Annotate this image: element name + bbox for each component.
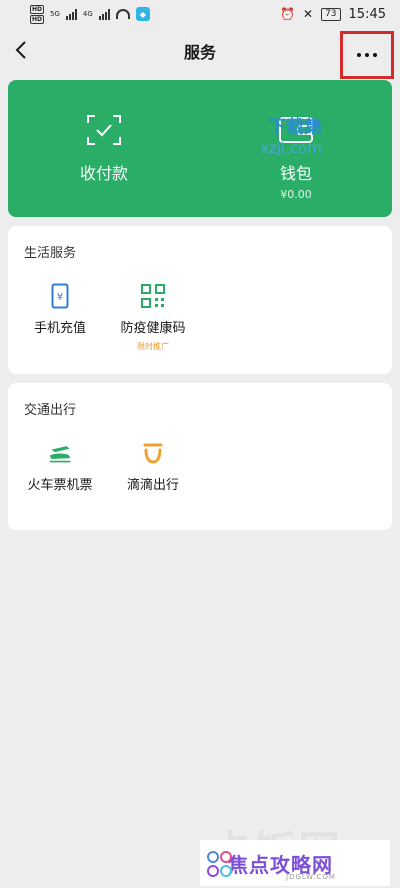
- hd-badge: HD: [30, 14, 45, 24]
- more-button[interactable]: [340, 31, 394, 79]
- back-button[interactable]: [10, 38, 32, 62]
- service-label: 手机充值: [33, 321, 86, 336]
- app-notification-icon: ◆: [135, 7, 150, 21]
- chevron-left-icon: [15, 41, 26, 59]
- hd-badges: HD HD: [30, 4, 45, 24]
- train-icon: [48, 441, 72, 465]
- section-title: 生活服务: [24, 246, 77, 261]
- receive-pay-button[interactable]: 收付款: [8, 80, 200, 217]
- service-mobile-topup[interactable]: ¥ 手机充值: [10, 283, 110, 336]
- scan-check-icon: [87, 115, 121, 145]
- promo-tag: 限时推广: [137, 342, 169, 351]
- didi-icon: [141, 441, 165, 465]
- watermark-logo-icon: [207, 851, 232, 877]
- wifi-icon: [115, 9, 130, 19]
- more-dots-icon: [357, 53, 377, 57]
- status-right: ⏰ ✕ 73 15:45: [280, 7, 386, 22]
- transport-section: 交通出行 火车票机票 滴滴出行: [8, 383, 392, 530]
- wallet-label: 钱包: [279, 164, 312, 183]
- svg-text:¥: ¥: [57, 292, 63, 303]
- status-left: HD HD 5G 4G ◆: [30, 4, 150, 24]
- service-label: 火车票机票: [27, 478, 93, 493]
- phone-yuan-icon: ¥: [48, 283, 72, 309]
- signal-icon: [65, 8, 77, 20]
- network-4g-label: 4G: [82, 10, 93, 18]
- watermark-jdglw: 焦点攻略网 JDGLW.COM: [200, 840, 390, 886]
- service-train-flight[interactable]: 火车票机票: [10, 441, 110, 493]
- service-label: 滴滴出行: [126, 478, 179, 493]
- service-label: 防疫健康码: [120, 321, 186, 336]
- battery-icon: 73: [321, 7, 341, 21]
- qr-code-icon: [141, 284, 165, 308]
- service-didi[interactable]: 滴滴出行: [103, 441, 203, 493]
- status-bar: HD HD 5G 4G ◆ ⏰ ✕ 73 15:45: [0, 0, 400, 28]
- clock: 15:45: [348, 6, 386, 22]
- page-title: 服务: [183, 43, 216, 62]
- network-5g-label: 5G: [50, 10, 60, 18]
- wallet-balance: ¥0.00: [280, 188, 312, 201]
- watermark-sub: JDGLW.COM: [286, 873, 336, 881]
- section-title: 交通出行: [24, 403, 77, 418]
- signal-icon: [98, 8, 110, 20]
- wallet-button[interactable]: 钱包 ¥0.00: [200, 80, 392, 217]
- pay-card: 收付款 钱包 ¥0.00: [8, 80, 392, 217]
- hd-badge: HD: [30, 4, 45, 14]
- mute-icon: ✕: [303, 7, 314, 21]
- receive-pay-label: 收付款: [79, 164, 128, 183]
- alarm-icon: ⏰: [280, 7, 296, 21]
- service-health-code[interactable]: 防疫健康码 限时推广: [103, 284, 203, 352]
- wallet-icon: [279, 117, 313, 143]
- nav-bar: 服务: [0, 28, 400, 79]
- life-services-section: 生活服务 ¥ 手机充值 防疫健康码 限时推广: [8, 226, 392, 374]
